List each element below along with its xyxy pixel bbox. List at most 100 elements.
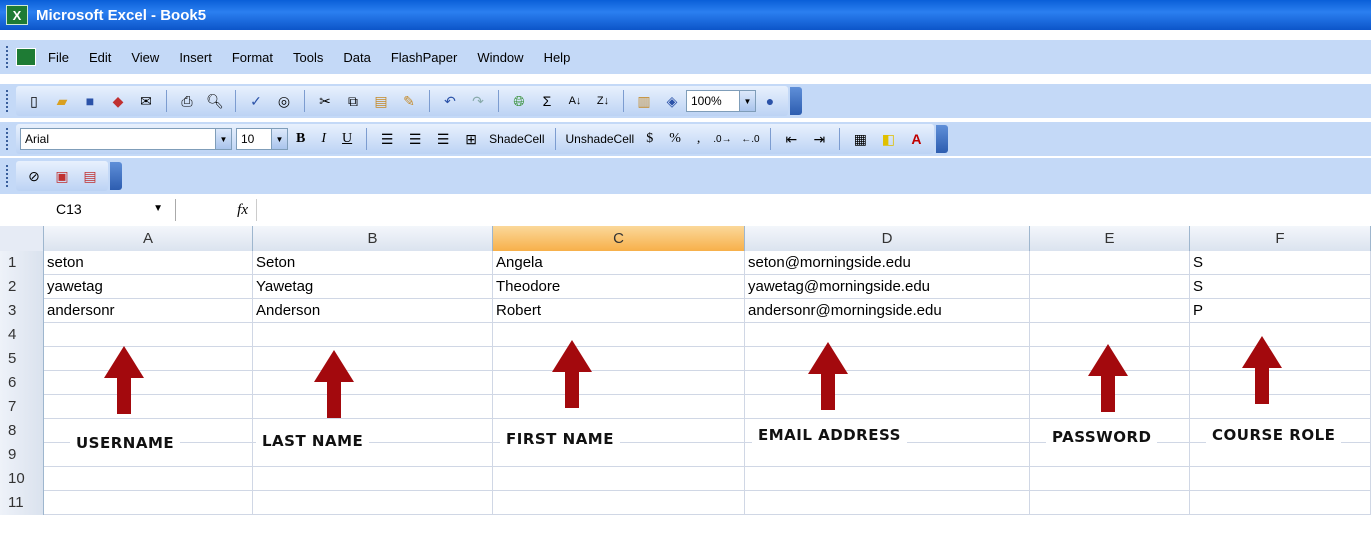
grip-handle[interactable] bbox=[6, 165, 10, 187]
align-right-icon[interactable]: ☰ bbox=[433, 129, 453, 149]
font-color-icon[interactable]: A bbox=[906, 129, 926, 149]
row-header[interactable]: 2 bbox=[0, 275, 44, 299]
cell[interactable] bbox=[253, 467, 493, 491]
menu-view[interactable]: View bbox=[131, 50, 159, 65]
sort-ascending-icon[interactable]: A↓ bbox=[565, 91, 585, 111]
cell[interactable] bbox=[745, 467, 1030, 491]
decrease-indent-icon[interactable]: ⇤ bbox=[781, 129, 801, 149]
paste-icon[interactable]: ▤ bbox=[371, 91, 391, 111]
menu-tools[interactable]: Tools bbox=[293, 50, 323, 65]
column-header-b[interactable]: B bbox=[253, 226, 493, 251]
unshade-cell-button[interactable]: UnshadeCell bbox=[566, 132, 635, 146]
toolbar-options-icon[interactable] bbox=[110, 162, 122, 190]
row-header[interactable]: 5 bbox=[0, 347, 44, 371]
menu-flashpaper[interactable]: FlashPaper bbox=[391, 50, 457, 65]
row-header[interactable]: 10 bbox=[0, 467, 44, 491]
comma-button[interactable]: , bbox=[697, 131, 701, 147]
row-header[interactable]: 9 bbox=[0, 443, 44, 467]
print-icon[interactable]: ⎙ bbox=[177, 91, 197, 111]
row-header[interactable]: 7 bbox=[0, 395, 44, 419]
cell[interactable] bbox=[1030, 251, 1190, 275]
research-icon[interactable]: ◎ bbox=[274, 91, 294, 111]
font-size-box[interactable]: 10 bbox=[236, 128, 272, 150]
autosum-icon[interactable]: Σ bbox=[537, 91, 557, 111]
cell[interactable]: P bbox=[1190, 299, 1371, 323]
menu-help[interactable]: Help bbox=[544, 50, 571, 65]
permission-icon[interactable]: ◆ bbox=[108, 91, 128, 111]
cell[interactable]: Yawetag bbox=[253, 275, 493, 299]
formula-input[interactable] bbox=[256, 199, 1371, 221]
cell[interactable] bbox=[1190, 467, 1371, 491]
currency-button[interactable]: $ bbox=[646, 131, 653, 147]
workbook-icon[interactable] bbox=[16, 48, 36, 66]
cell[interactable] bbox=[1190, 491, 1371, 515]
cell[interactable]: seton bbox=[44, 251, 253, 275]
cell[interactable] bbox=[745, 323, 1030, 347]
cell[interactable]: Robert bbox=[493, 299, 745, 323]
cell[interactable]: S bbox=[1190, 275, 1371, 299]
row-header[interactable]: 8 bbox=[0, 419, 44, 443]
cell[interactable] bbox=[253, 395, 493, 419]
column-header-a[interactable]: A bbox=[44, 226, 253, 251]
cell[interactable]: yawetag bbox=[44, 275, 253, 299]
grip-handle[interactable] bbox=[6, 46, 10, 68]
hyperlink-icon[interactable]: 🌐︎ bbox=[509, 91, 529, 111]
zoom-box[interactable]: 100% bbox=[686, 90, 740, 112]
print-preview-icon[interactable]: 🔍︎ bbox=[205, 91, 225, 111]
cell[interactable] bbox=[493, 371, 745, 395]
cell[interactable]: seton@morningside.edu bbox=[745, 251, 1030, 275]
cell[interactable] bbox=[253, 323, 493, 347]
cell[interactable] bbox=[493, 323, 745, 347]
email-icon[interactable]: ✉ bbox=[136, 91, 156, 111]
align-left-icon[interactable]: ☰ bbox=[377, 129, 397, 149]
increase-decimal-icon[interactable]: .0→ bbox=[712, 129, 732, 149]
spelling-icon[interactable]: ✓ bbox=[246, 91, 266, 111]
merge-center-icon[interactable]: ⊞ bbox=[461, 129, 481, 149]
cell[interactable] bbox=[253, 347, 493, 371]
cell[interactable] bbox=[745, 347, 1030, 371]
font-name-box[interactable]: Arial bbox=[20, 128, 216, 150]
cut-icon[interactable]: ✂ bbox=[315, 91, 335, 111]
select-all-corner[interactable] bbox=[0, 226, 44, 251]
cell[interactable] bbox=[253, 491, 493, 515]
decrease-decimal-icon[interactable]: ←.0 bbox=[740, 129, 760, 149]
cell[interactable] bbox=[44, 347, 253, 371]
toolbar-options-icon[interactable] bbox=[936, 125, 949, 153]
cell[interactable] bbox=[745, 491, 1030, 515]
cell[interactable] bbox=[253, 371, 493, 395]
row-header[interactable]: 4 bbox=[0, 323, 44, 347]
cell[interactable] bbox=[44, 467, 253, 491]
column-header-e[interactable]: E bbox=[1030, 226, 1190, 251]
menu-file[interactable]: File bbox=[48, 50, 69, 65]
convert-pdf-icon[interactable]: ▣ bbox=[52, 166, 72, 186]
column-header-d[interactable]: D bbox=[745, 226, 1030, 251]
font-dropdown-icon[interactable]: ▼ bbox=[216, 128, 232, 150]
row-header[interactable]: 1 bbox=[0, 251, 44, 275]
column-header-f[interactable]: F bbox=[1190, 226, 1371, 251]
column-header-c[interactable]: C bbox=[493, 226, 745, 251]
copy-icon[interactable]: ⧉ bbox=[343, 91, 363, 111]
fx-icon[interactable]: fx bbox=[176, 202, 256, 219]
toolbar-options-icon[interactable] bbox=[790, 87, 802, 115]
name-box-dropdown-icon[interactable]: ▼ bbox=[153, 203, 163, 214]
sort-descending-icon[interactable]: Z↓ bbox=[593, 91, 613, 111]
menu-window[interactable]: Window bbox=[477, 50, 523, 65]
cell[interactable] bbox=[44, 491, 253, 515]
cell[interactable]: Angela bbox=[493, 251, 745, 275]
flashpaper-icon[interactable]: ⊘ bbox=[24, 166, 44, 186]
menu-insert[interactable]: Insert bbox=[179, 50, 212, 65]
cell[interactable] bbox=[1030, 467, 1190, 491]
cell[interactable] bbox=[745, 443, 1030, 467]
cell[interactable]: Seton bbox=[253, 251, 493, 275]
percent-button[interactable]: % bbox=[669, 131, 681, 147]
bold-button[interactable]: B bbox=[296, 131, 305, 147]
borders-icon[interactable]: ▦ bbox=[850, 129, 870, 149]
cell[interactable] bbox=[1030, 491, 1190, 515]
cell[interactable] bbox=[44, 395, 253, 419]
font-size-dropdown-icon[interactable]: ▼ bbox=[272, 128, 288, 150]
row-header[interactable]: 6 bbox=[0, 371, 44, 395]
help-icon[interactable]: ● bbox=[760, 91, 780, 111]
format-painter-icon[interactable]: ✎ bbox=[399, 91, 419, 111]
cell[interactable] bbox=[1030, 299, 1190, 323]
convert-pdf-email-icon[interactable]: ▤ bbox=[80, 166, 100, 186]
